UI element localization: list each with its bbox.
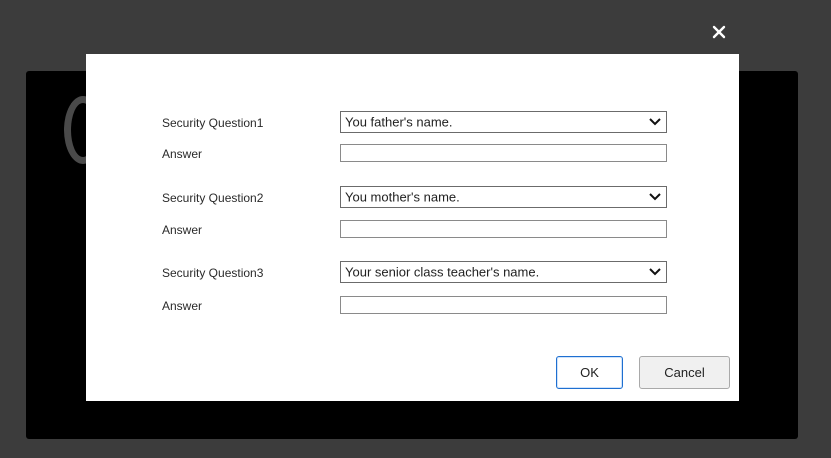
security-question-3-label: Security Question3 (162, 266, 264, 280)
answer-3-input[interactable] (340, 296, 667, 314)
chevron-down-icon (648, 117, 662, 127)
answer-3-row: Answer (86, 294, 739, 318)
answer-2-label: Answer (162, 223, 203, 237)
security-question-3-select[interactable]: Your senior class teacher's name. (340, 261, 667, 283)
security-question-2-select[interactable]: You mother's name. (340, 186, 667, 208)
cancel-button[interactable]: Cancel (639, 356, 730, 389)
security-question-2-row: Security Question2 You mother's name. (86, 186, 739, 210)
security-question-3-value: Your senior class teacher's name. (345, 264, 540, 280)
chevron-down-icon (648, 192, 662, 202)
close-button[interactable] (707, 20, 731, 44)
answer-1-input[interactable] (340, 144, 667, 162)
ok-button[interactable]: OK (556, 356, 623, 389)
security-question-1-row: Security Question1 You father's name. (86, 111, 739, 135)
security-question-2-label: Security Question2 (162, 191, 264, 205)
security-question-3-row: Security Question3 Your senior class tea… (86, 261, 739, 285)
answer-3-label: Answer (162, 299, 203, 313)
security-question-1-value: You father's name. (345, 114, 453, 130)
chevron-down-icon (648, 267, 662, 277)
close-icon (712, 25, 726, 39)
answer-1-row: Answer (86, 142, 739, 166)
screen: Security Question1 You father's name. An… (0, 0, 831, 458)
security-question-1-label: Security Question1 (162, 116, 264, 130)
answer-2-input[interactable] (340, 220, 667, 238)
security-question-2-value: You mother's name. (345, 189, 460, 205)
security-question-1-select[interactable]: You father's name. (340, 111, 667, 133)
dialog-header (86, 10, 739, 54)
answer-2-row: Answer (86, 218, 739, 242)
answer-1-label: Answer (162, 147, 203, 161)
security-questions-dialog: Security Question1 You father's name. An… (86, 54, 739, 401)
